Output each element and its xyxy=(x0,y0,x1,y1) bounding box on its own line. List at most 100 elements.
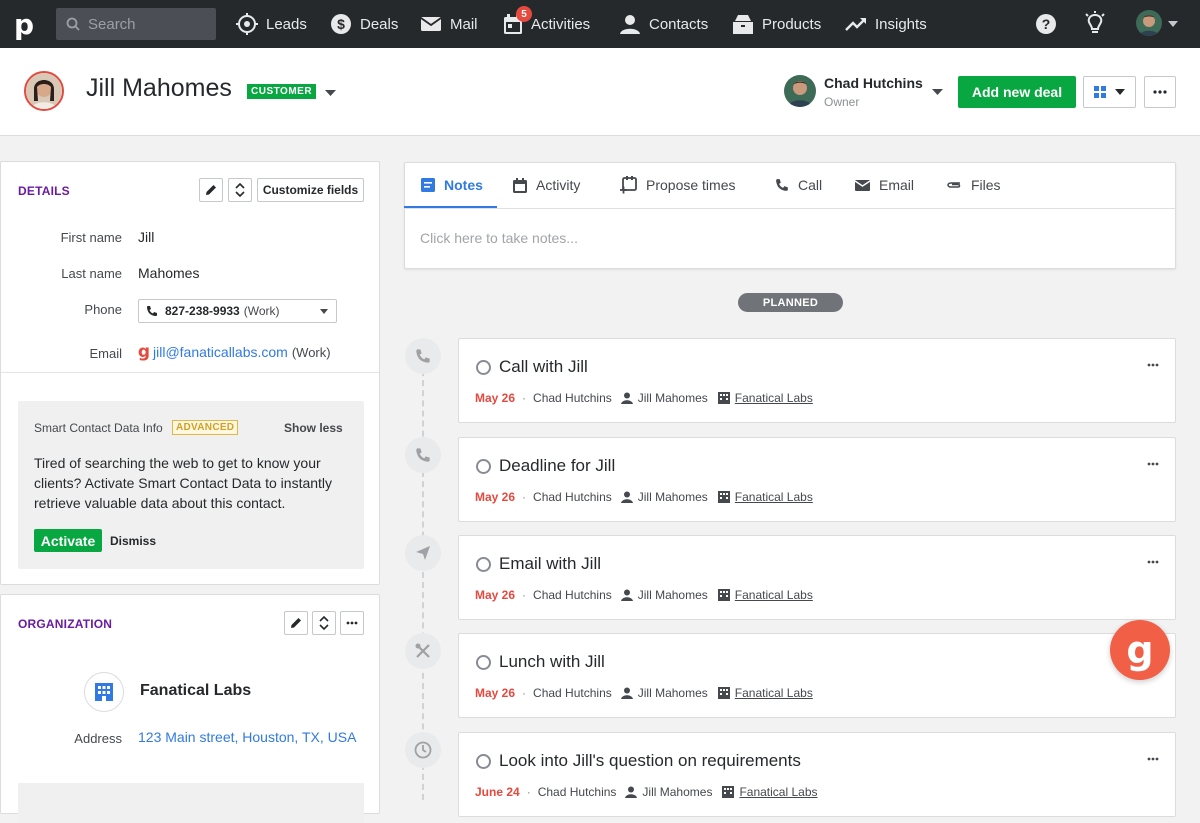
clock-icon xyxy=(414,741,432,759)
tab-call[interactable]: Call xyxy=(775,162,822,208)
tab-email[interactable]: Email xyxy=(855,162,914,208)
label-dropdown-caret[interactable] xyxy=(325,90,336,96)
tab-notes[interactable]: Notes xyxy=(421,162,483,208)
nav-leads[interactable]: Leads xyxy=(236,0,307,48)
user-avatar[interactable] xyxy=(1136,10,1162,36)
activity-organization[interactable]: Fanatical Labs xyxy=(735,490,813,504)
building-icon xyxy=(717,392,730,404)
edit-details-button[interactable] xyxy=(199,178,223,202)
view-switcher-button[interactable] xyxy=(1083,76,1136,108)
activity-organization[interactable]: Fanatical Labs xyxy=(735,686,813,700)
activity-person[interactable]: Jill Mahomes xyxy=(638,490,708,504)
reorder-organization-button[interactable] xyxy=(312,611,336,635)
reorder-details-button[interactable] xyxy=(228,178,252,202)
building-icon xyxy=(717,687,730,699)
mail-icon xyxy=(855,180,870,191)
caret-down-icon xyxy=(1168,21,1178,27)
user-menu-caret[interactable] xyxy=(1168,21,1178,27)
activity-title[interactable]: Lunch with Jill xyxy=(499,652,605,672)
contact-avatar-image xyxy=(26,73,62,109)
phone-value: 827-238-9933 xyxy=(165,304,240,318)
more-actions-button[interactable] xyxy=(1144,76,1176,108)
add-new-deal-button[interactable]: Add new deal xyxy=(958,76,1076,108)
nav-label: Contacts xyxy=(649,15,709,33)
nav-activities[interactable]: 5 Activities xyxy=(503,0,590,48)
activity-title[interactable]: Deadline for Jill xyxy=(499,456,615,476)
activity-organization[interactable]: Fanatical Labs xyxy=(739,785,817,799)
edit-organization-button[interactable] xyxy=(284,611,308,635)
activity-title[interactable]: Call with Jill xyxy=(499,357,588,377)
last-name-value[interactable]: Mahomes xyxy=(138,265,199,281)
nav-products[interactable]: Products xyxy=(732,0,821,48)
email-link[interactable]: jill@fanaticallabs.com xyxy=(153,344,288,360)
activity-card[interactable]: Call with Jill May 26 · Chad Hutchins Jil… xyxy=(458,338,1176,423)
activity-organization[interactable]: Fanatical Labs xyxy=(735,391,813,405)
smart-contact-data-box: Smart Contact Data Info ADVANCED Show le… xyxy=(18,401,364,569)
caret-down-icon xyxy=(320,308,328,314)
tab-propose-times[interactable]: Propose times xyxy=(620,162,735,208)
search-input[interactable]: Search xyxy=(56,8,216,40)
activity-title[interactable]: Look into Jill's question on requirement… xyxy=(499,751,801,771)
organization-name[interactable]: Fanatical Labs xyxy=(140,682,251,700)
activity-card[interactable]: Deadline for Jill May 26 · Chad Hutchins … xyxy=(458,437,1176,522)
tab-label: Files xyxy=(971,177,1001,193)
phone-icon xyxy=(416,448,430,462)
activity-card[interactable]: Look into Jill's question on requirement… xyxy=(458,732,1176,817)
owner-dropdown-caret[interactable] xyxy=(932,89,943,95)
more-dots-icon[interactable] xyxy=(1147,363,1159,367)
activity-done-checkbox[interactable] xyxy=(476,557,491,572)
activity-meta: May 26 · Chad Hutchins Jill Mahomes Fanat… xyxy=(475,588,813,602)
activity-done-checkbox[interactable] xyxy=(476,459,491,474)
nav-label: Products xyxy=(762,15,822,33)
phone-field[interactable]: 827-238-9933 (Work) xyxy=(138,299,337,323)
more-dots-icon[interactable] xyxy=(1147,560,1159,564)
tab-files[interactable]: Files xyxy=(946,162,1001,208)
customize-fields-button[interactable]: Customize fields xyxy=(257,178,364,202)
activity-card[interactable]: Lunch with Jill May 26 · Chad Hutchins Ji… xyxy=(458,633,1176,718)
nav-mail[interactable]: Mail xyxy=(420,0,478,48)
owner-name[interactable]: Chad Hutchins xyxy=(824,75,923,91)
activity-done-checkbox[interactable] xyxy=(476,655,491,670)
chat-assistant-button[interactable]: g xyxy=(1110,620,1170,680)
notes-input[interactable]: Click here to take notes... xyxy=(420,230,578,246)
nav-contacts[interactable]: Contacts xyxy=(619,0,708,48)
ideas-button[interactable] xyxy=(1084,11,1106,37)
activate-button[interactable]: Activate xyxy=(34,529,102,552)
activity-person[interactable]: Jill Mahomes xyxy=(638,588,708,602)
first-name-value[interactable]: Jill xyxy=(138,229,154,245)
email-type: (Work) xyxy=(291,344,331,360)
activity-title[interactable]: Email with Jill xyxy=(499,554,601,574)
send-icon xyxy=(416,546,430,560)
tab-label: Notes xyxy=(444,177,483,193)
nav-insights[interactable]: Insights xyxy=(845,0,927,48)
activity-date: May 26 xyxy=(475,588,516,602)
paperclip-icon xyxy=(947,182,961,188)
dismiss-button[interactable]: Dismiss xyxy=(110,534,156,548)
activity-person[interactable]: Jill Mahomes xyxy=(638,391,708,405)
more-dots-icon[interactable] xyxy=(1147,462,1159,466)
activities-count-badge: 5 xyxy=(516,6,532,22)
activity-done-checkbox[interactable] xyxy=(476,754,491,769)
activity-organization[interactable]: Fanatical Labs xyxy=(735,588,813,602)
details-title[interactable]: DETAILS xyxy=(18,184,70,198)
activity-card[interactable]: Email with Jill May 26 · Chad Hutchins Ji… xyxy=(458,535,1176,620)
target-icon xyxy=(236,13,258,35)
owner-label: Owner xyxy=(824,95,860,109)
show-less-link[interactable]: Show less xyxy=(284,421,343,435)
organization-title[interactable]: ORGANIZATION xyxy=(18,617,112,631)
help-button[interactable]: ? xyxy=(1035,13,1057,35)
dollar-icon: $ xyxy=(331,14,351,34)
more-dots-icon[interactable] xyxy=(1147,757,1159,761)
activity-meta: June 24 · Chad Hutchins Jill Mahomes Fana… xyxy=(475,785,818,799)
tab-activity[interactable]: Activity xyxy=(513,162,580,208)
activity-person[interactable]: Jill Mahomes xyxy=(638,686,708,700)
activity-done-checkbox[interactable] xyxy=(476,360,491,375)
activity-person[interactable]: Jill Mahomes xyxy=(642,785,712,799)
first-name-label: First name xyxy=(60,230,122,245)
pipedrive-logo[interactable]: p xyxy=(0,0,48,48)
tab-label: Email xyxy=(879,177,915,193)
address-link[interactable]: 123 Main street, Houston, TX, USA xyxy=(138,729,356,745)
organization-more-button[interactable] xyxy=(340,611,364,635)
nav-label: Deals xyxy=(360,15,399,33)
nav-deals[interactable]: $ Deals xyxy=(330,0,398,48)
